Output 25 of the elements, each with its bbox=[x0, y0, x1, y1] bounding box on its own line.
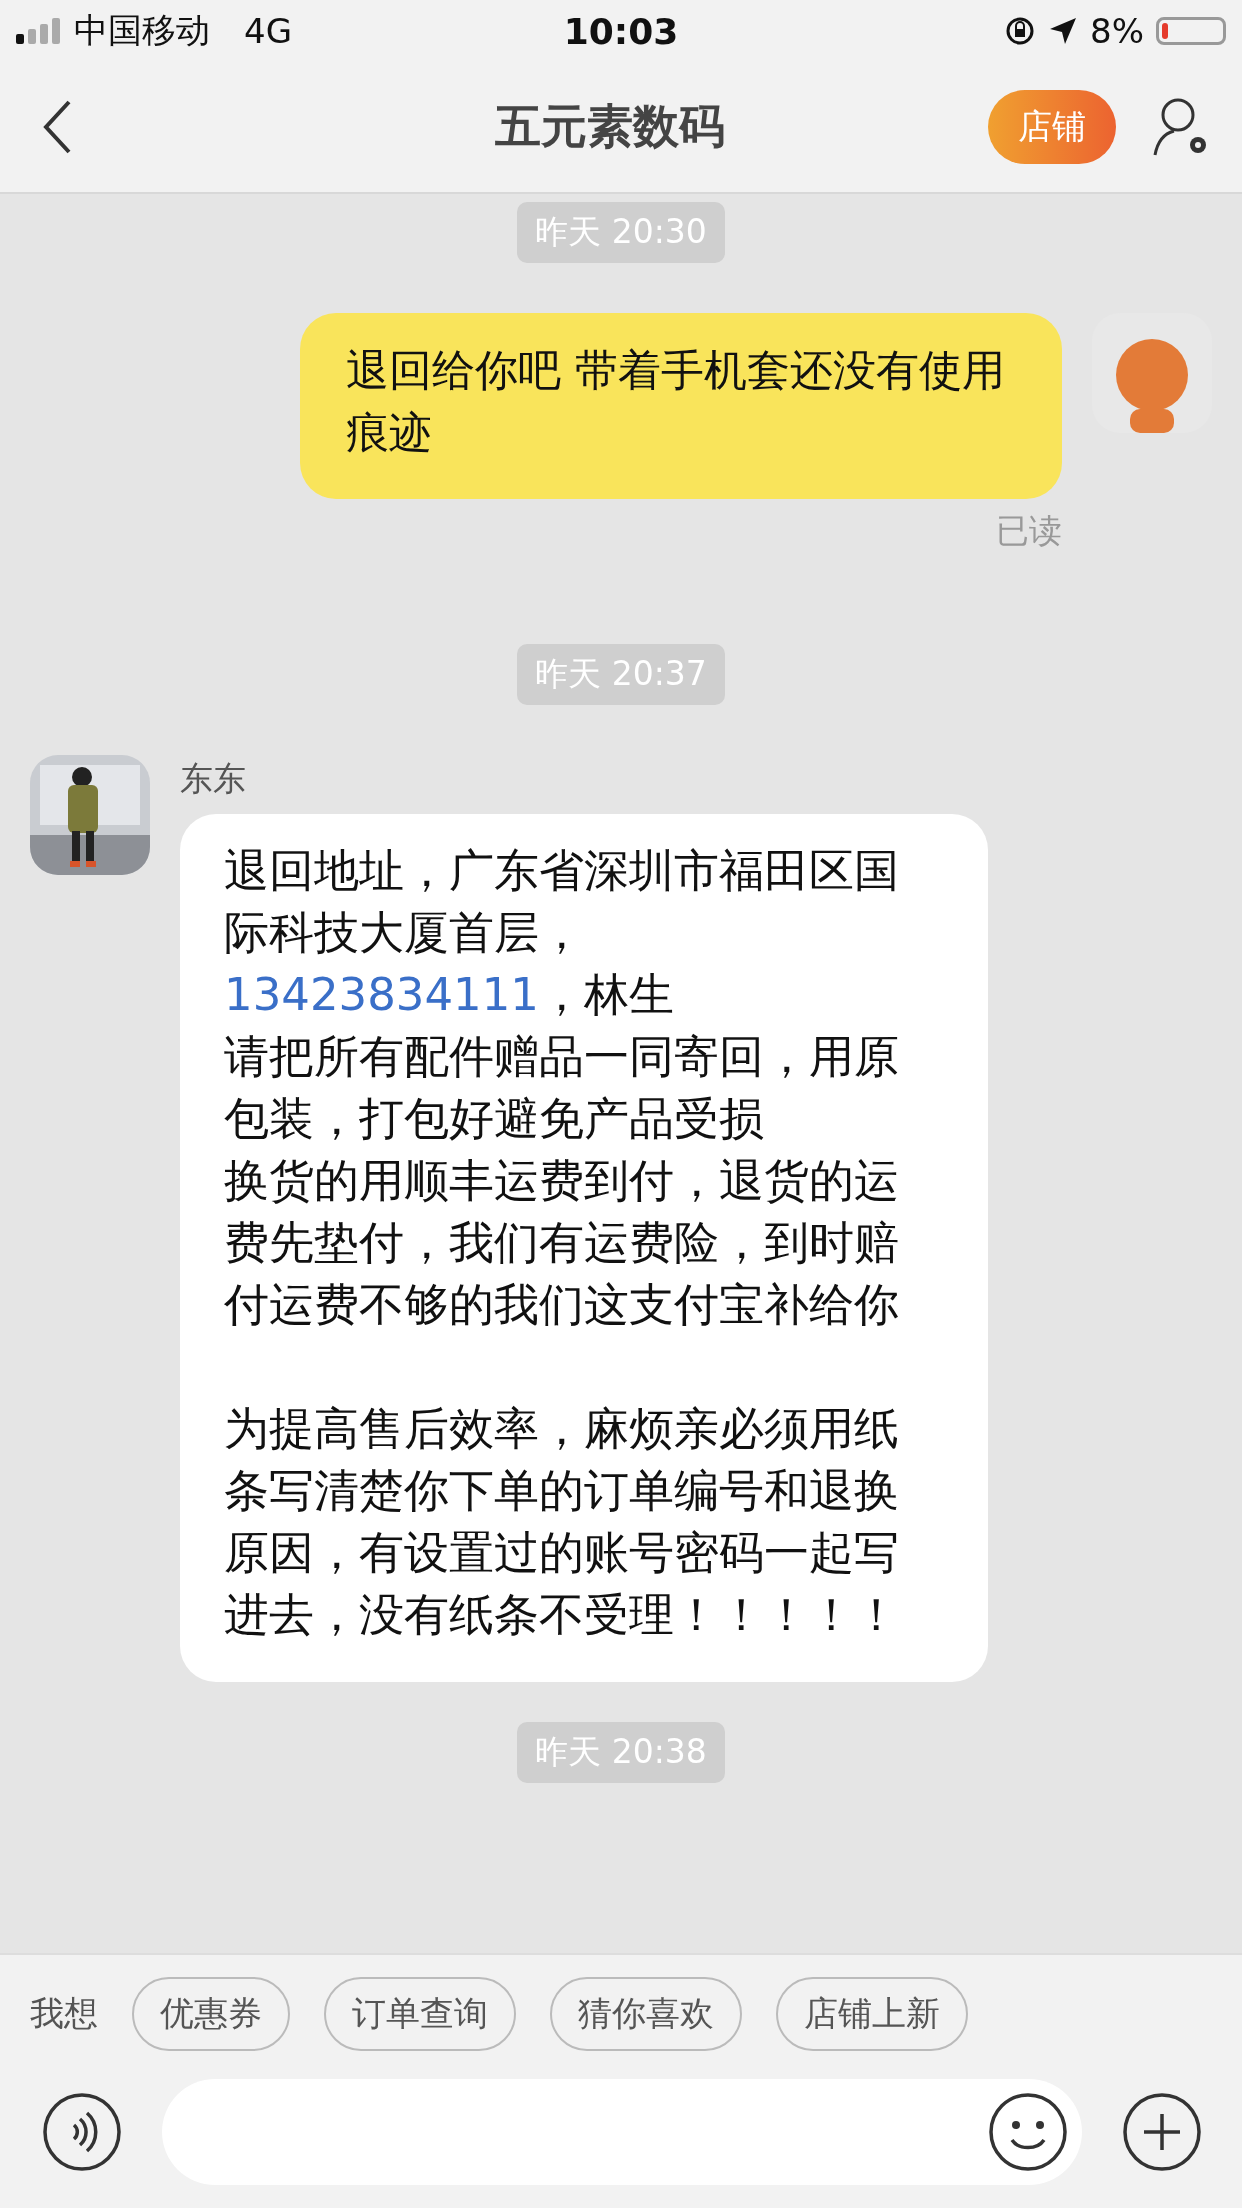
message-text: 换货的用顺丰运费到付，退货的运费先垫付，我们有运费险，到时赔付运费不够的我们这支付宝补给你 bbox=[224, 1153, 900, 1333]
location-icon bbox=[1048, 16, 1079, 46]
emoji-icon[interactable] bbox=[988, 2092, 1068, 2172]
battery-icon bbox=[1156, 17, 1226, 45]
quick-reply-chip[interactable]: 优惠券 bbox=[132, 1977, 290, 2051]
read-receipt: 已读 bbox=[996, 510, 1062, 552]
back-icon[interactable] bbox=[42, 99, 72, 155]
message-text: 请把所有配件赠品一同寄回，用原包装，打包好避免产品受损 bbox=[224, 1029, 900, 1147]
clock: 10:03 bbox=[563, 10, 679, 52]
quick-reply-chip[interactable]: 订单查询 bbox=[324, 1977, 516, 2051]
battery-percent: 8% bbox=[1090, 11, 1144, 51]
message-text: 为提高售后效率，麻烦亲必须用纸条写清楚你下单的订单编号和退换原因，有设置过的账号密码一起写进去，没有纸条不受理！！！！！ bbox=[224, 1401, 900, 1643]
phone-link[interactable]: 13423834111 bbox=[224, 968, 539, 1021]
network-type: 4G bbox=[244, 11, 292, 51]
quick-reply-chip[interactable]: 猜你喜欢 bbox=[550, 1977, 742, 2051]
carrier: 中国移动 bbox=[74, 9, 210, 52]
chat-title: 五元素数码 bbox=[494, 98, 726, 155]
quick-reply-chip[interactable]: 店铺上新 bbox=[776, 1977, 968, 2051]
signal-icon bbox=[16, 18, 62, 44]
sender-name: 东东 bbox=[180, 758, 247, 800]
message-bubble: 退回给你吧 带着手机套还没有使用痕迹 bbox=[300, 313, 1062, 499]
plus-icon[interactable] bbox=[1122, 2092, 1202, 2172]
voice-icon[interactable] bbox=[42, 2092, 122, 2172]
quick-label: 我想 bbox=[30, 1992, 98, 2035]
message-text: 退回地址，广东省深圳市福田区国际科技大厦首层， 13423834111，林生 bbox=[224, 843, 900, 1023]
